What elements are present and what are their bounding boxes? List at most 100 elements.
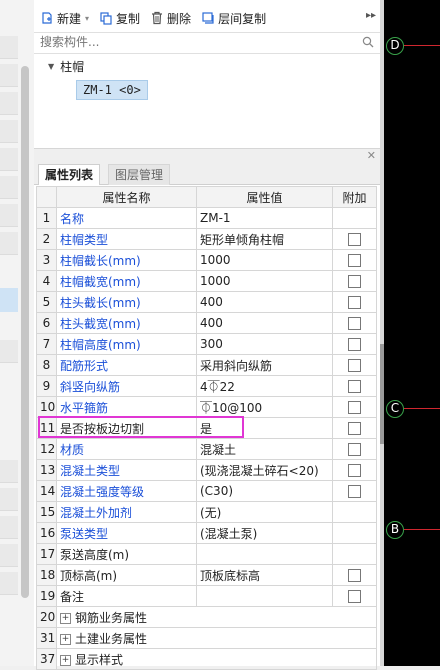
axis-marker-b[interactable]: B xyxy=(386,521,404,539)
table-row[interactable]: 19 备注 xyxy=(36,585,377,607)
axis-line-b xyxy=(404,529,440,530)
table-group-row[interactable]: 31 + 土建业务属性 xyxy=(36,627,377,649)
table-row[interactable]: 6 柱头截宽(mm) 400 xyxy=(36,312,377,334)
property-value[interactable]: 4⏁22 xyxy=(196,375,333,397)
extra-checkbox[interactable] xyxy=(348,338,361,351)
extra-cell xyxy=(332,354,377,376)
property-value[interactable]: ⏁10@100 xyxy=(196,396,333,418)
table-row[interactable]: 10 水平箍筋 ⏁10@100 xyxy=(36,396,377,418)
table-row[interactable]: 12 材质 混凝土 xyxy=(36,438,377,460)
new-label: 新建 xyxy=(57,11,82,26)
property-name: 柱帽截宽(mm) xyxy=(56,270,197,292)
drawing-canvas[interactable]: D C B xyxy=(384,0,440,666)
property-value[interactable]: 混凝土 xyxy=(196,438,333,460)
table-header-row: 属性名称 属性值 附加 xyxy=(36,186,377,208)
table-group-row[interactable]: 37 + 显示样式 xyxy=(36,648,377,670)
extra-checkbox[interactable] xyxy=(348,569,361,582)
toolbar-overflow-icon[interactable]: ▸▸ xyxy=(366,10,376,21)
extra-checkbox[interactable] xyxy=(348,233,361,246)
tree-node-column-cap[interactable]: ▼ 柱帽 xyxy=(48,58,84,75)
table-row[interactable]: 14 混凝土强度等级 (C30) xyxy=(36,480,377,502)
table-row[interactable]: 18 顶标高(m) 顶板底标高 xyxy=(36,564,377,586)
search-icon[interactable] xyxy=(362,36,374,48)
extra-checkbox[interactable] xyxy=(348,464,361,477)
collapse-caret-icon[interactable]: ▼ xyxy=(48,62,54,71)
row-number: 12 xyxy=(36,438,57,460)
row-number: 10 xyxy=(36,396,57,418)
table-row[interactable]: 8 配筋形式 采用斜向纵筋 xyxy=(36,354,377,376)
tree-node-zm1[interactable]: ZM-1 <0> xyxy=(76,80,148,100)
copy-button[interactable]: 复制 xyxy=(95,7,144,29)
table-group-row[interactable]: 20 + 钢筋业务属性 xyxy=(36,606,377,628)
property-value[interactable]: (无) xyxy=(196,501,333,523)
table-row[interactable]: 5 柱头截长(mm) 400 xyxy=(36,291,377,313)
property-value[interactable]: 400 xyxy=(196,312,333,334)
extra-checkbox[interactable] xyxy=(348,275,361,288)
property-value[interactable]: 矩形单倾角柱帽 xyxy=(196,228,333,250)
left-panel-selected-row[interactable] xyxy=(0,288,18,312)
extra-checkbox[interactable] xyxy=(348,317,361,330)
extra-checkbox[interactable] xyxy=(348,443,361,456)
property-value[interactable]: (C30) xyxy=(196,480,333,502)
table-row[interactable]: 1 名称 ZM-1 xyxy=(36,207,377,229)
property-name: 柱帽类型 xyxy=(56,228,197,250)
property-name: 水平箍筋 xyxy=(56,396,197,418)
new-button[interactable]: 新建 ▾ xyxy=(36,7,93,29)
delete-button[interactable]: 删除 xyxy=(146,7,195,29)
property-name: 名称 xyxy=(56,207,197,229)
property-value[interactable] xyxy=(196,543,333,565)
extra-checkbox[interactable] xyxy=(348,359,361,372)
row-number: 19 xyxy=(36,585,57,607)
table-row[interactable]: 4 柱帽截宽(mm) 1000 xyxy=(36,270,377,292)
property-name: 泵送类型 xyxy=(56,522,197,544)
header-index xyxy=(36,186,57,208)
close-icon[interactable]: ✕ xyxy=(367,149,376,162)
table-row[interactable]: 7 柱帽高度(mm) 300 xyxy=(36,333,377,355)
property-value[interactable]: (混凝土泵) xyxy=(196,522,333,544)
property-value[interactable]: 1000 xyxy=(196,270,333,292)
extra-checkbox[interactable] xyxy=(348,422,361,435)
property-value[interactable]: ZM-1 xyxy=(196,207,333,229)
extra-checkbox[interactable] xyxy=(348,485,361,498)
property-value[interactable]: (现浇混凝土碎石<20) xyxy=(196,459,333,481)
floor-copy-button[interactable]: 层间复制 xyxy=(197,7,270,29)
property-value[interactable]: 1000 xyxy=(196,249,333,271)
property-value[interactable]: 400 xyxy=(196,291,333,313)
extra-checkbox[interactable] xyxy=(348,590,361,603)
property-name: 顶标高(m) xyxy=(56,564,197,586)
extra-checkbox[interactable] xyxy=(348,254,361,267)
table-row[interactable]: 2 柱帽类型 矩形单倾角柱帽 xyxy=(36,228,377,250)
expand-icon[interactable]: + xyxy=(60,633,71,645)
table-row[interactable]: 3 柱帽截长(mm) 1000 xyxy=(36,249,377,271)
component-panel: 新建 ▾ 复制 删除 层间复制 ▸▸ 搜索构件... ▼ 柱帽 ZM-1 <0>… xyxy=(34,0,380,670)
expand-icon[interactable]: + xyxy=(60,612,71,624)
table-row[interactable]: 15 混凝土外加剂 (无) xyxy=(36,501,377,523)
property-value[interactable]: 顶板底标高 xyxy=(196,564,333,586)
table-row[interactable]: 11 是否按板边切割 是 xyxy=(36,417,377,439)
search-input[interactable] xyxy=(34,33,346,51)
row-number: 16 xyxy=(36,522,57,544)
left-panel-scroll-thumb[interactable] xyxy=(21,66,29,598)
property-value[interactable]: 是 xyxy=(196,417,333,439)
table-row[interactable]: 9 斜竖向纵筋 4⏁22 xyxy=(36,375,377,397)
row-number: 37 xyxy=(36,648,57,670)
axis-marker-c[interactable]: C xyxy=(386,400,404,418)
extra-checkbox[interactable] xyxy=(348,401,361,414)
row-number: 8 xyxy=(36,354,57,376)
property-value[interactable]: 300 xyxy=(196,333,333,355)
extra-checkbox[interactable] xyxy=(348,296,361,309)
expand-icon[interactable]: + xyxy=(60,654,71,666)
table-row[interactable]: 17 泵送高度(m) xyxy=(36,543,377,565)
extra-checkbox[interactable] xyxy=(348,380,361,393)
property-name: 柱帽截长(mm) xyxy=(56,249,197,271)
tab-layers[interactable]: 图层管理 xyxy=(108,164,171,185)
extra-cell xyxy=(332,417,377,439)
axis-marker-d[interactable]: D xyxy=(386,37,404,55)
table-row[interactable]: 13 混凝土类型 (现浇混凝土碎石<20) xyxy=(36,459,377,481)
row-number: 5 xyxy=(36,291,57,313)
property-value[interactable] xyxy=(196,585,333,607)
tab-properties[interactable]: 属性列表 xyxy=(38,164,101,185)
property-value[interactable]: 采用斜向纵筋 xyxy=(196,354,333,376)
table-row[interactable]: 16 泵送类型 (混凝土泵) xyxy=(36,522,377,544)
new-dropdown-icon[interactable]: ▾ xyxy=(85,14,89,23)
